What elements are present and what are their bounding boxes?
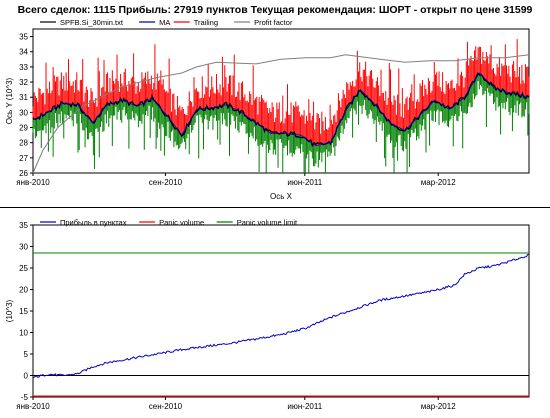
top-xtick-label: июн-2011 [287,178,322,187]
bottom-ytick-label: 5 [24,350,29,359]
bottom-legend-label: Panic volume limit [237,218,298,227]
top-ylabel: Ось Y (10^3) [5,77,14,124]
bottom-ytick-label: 25 [19,264,28,273]
bottom-ytick-label: 20 [19,286,28,295]
bottom-ytick-label: 15 [19,307,28,316]
bottom-xtick-label: мар-2012 [421,402,456,411]
bottom-ytick-label: -5 [21,393,29,402]
top-ytick-label: 31 [19,93,28,102]
bottom-legend-label: Panic volume [159,218,204,227]
top-xtick-label: мар-2012 [421,178,456,187]
bottom-xtick-label: янв-2010 [16,402,50,411]
bottom-ytick-label: 10 [19,329,28,338]
bottom-ytick-label: 35 [19,221,28,230]
top-xtick-label: сен-2010 [149,178,183,187]
bottom-ytick-label: 30 [19,243,28,252]
top-ytick-label: 33 [19,63,28,72]
profit-chart: -5 0 5 10 15 20 25 30 35 янв-2010 сен-2010 июн-2011… [5,218,530,411]
top-legend-label: Profit factor [254,18,293,27]
top-xtick-label: янв-2010 [16,178,50,187]
bottom-legend-label: Прибыль в пунктах [60,218,127,227]
bottom-ytick-label: 0 [24,372,29,381]
top-ytick-label: 34 [19,48,28,57]
top-legend-label: Trailing [194,18,218,27]
top-chart-panel: Всего сделок: 1115 Прибыль: 27919 пункто… [0,0,550,208]
price-chart: 26 27 28 29 30 31 32 33 34 35 янв-2010 сен-2010 июн-… [5,18,530,201]
top-legend-label: SPFB.Si_30min.txt [60,18,124,27]
top-ytick-label: 35 [19,33,28,42]
bottom-plot-area [32,224,530,398]
top-legend-label: MA [159,18,170,27]
top-ytick-label: 28 [19,139,28,148]
top-ytick-label: 30 [19,108,28,117]
top-ytick-label: 27 [19,154,28,163]
bottom-xtick-label: сен-2010 [149,402,183,411]
bottom-chart-panel: -5 0 5 10 15 20 25 30 35 янв-2010 сен-2010 июн-2011… [0,208,550,418]
top-ytick-label: 29 [19,124,28,133]
top-ytick-label: 26 [19,169,28,178]
bottom-ylabel: (10^3) [5,299,14,322]
top-ytick-label: 32 [19,78,28,87]
top-xlabel: Ось X [270,192,293,201]
bottom-xtick-label: июн-2011 [287,402,322,411]
